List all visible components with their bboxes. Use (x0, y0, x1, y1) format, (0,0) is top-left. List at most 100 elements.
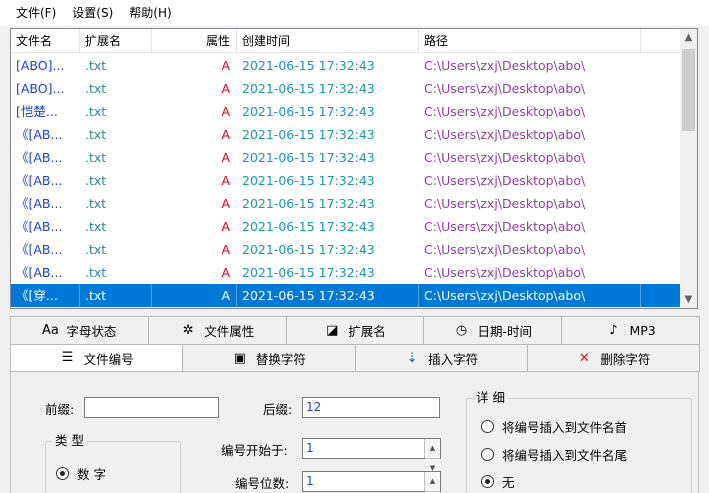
cell-path: C:\Users\zxj\Desktop\abo\ (424, 150, 586, 165)
cell-name: 《[AB... (16, 196, 63, 211)
cell-attr: A (221, 242, 230, 257)
mp3-icon: ♪ (609, 322, 618, 338)
table-row[interactable]: 《[AB... .txt A 2021-06-15 17:32:43 C:\Users\… (11, 215, 681, 238)
header-name[interactable]: 文件名 (11, 29, 80, 53)
type-group-title: 类 型 (52, 433, 87, 449)
stepper-up-icon[interactable]: ▲ (425, 472, 440, 491)
tab-tabs_row1-2[interactable]: ◪ 扩展名 (285, 316, 425, 344)
cell-name: 《[AB... (16, 242, 63, 257)
list-header: 文件名 扩展名 属性 创建时间 路径 (11, 29, 681, 53)
cell-created: 2021-06-15 17:32:43 (242, 58, 375, 73)
cell-created: 2021-06-15 17:32:43 (242, 173, 375, 188)
type-numeric-label: 数 字 (77, 467, 106, 482)
cell-attr: A (221, 173, 230, 188)
cell-name: 《[AB... (16, 127, 63, 142)
table-row[interactable]: [恺楚... .txt A 2021-06-15 17:32:43 C:\Users\z… (11, 100, 681, 123)
cell-attr: A (221, 150, 230, 165)
cell-attr: A (221, 219, 230, 234)
cell-created: 2021-06-15 17:32:43 (242, 150, 375, 165)
cell-path: C:\Users\zxj\Desktop\abo\ (424, 127, 586, 142)
table-row[interactable]: 《[AB... .txt A 2021-06-15 17:32:43 C:\Users\… (11, 192, 681, 215)
tab-tabs_row1-4[interactable]: ♪ MP3 (561, 316, 700, 344)
cell-path: C:\Users\zxj\Desktop\abo\ (424, 196, 586, 211)
cell-created: 2021-06-15 17:32:43 (242, 219, 375, 234)
cell-attr: A (221, 196, 230, 211)
scroll-thumb[interactable] (682, 49, 695, 131)
tab-label: 文件编号 (83, 351, 134, 367)
insert-at-tail-radio[interactable]: 将编号插入到文件名尾 (481, 445, 627, 464)
tab-tabs_row2-2[interactable]: ⇣ 插入字符 (354, 344, 528, 372)
header-created[interactable]: 创建时间 (237, 29, 419, 53)
cell-ext: .txt (85, 196, 107, 211)
table-row[interactable]: 《[AB... .txt A 2021-06-15 17:32:43 C:\Users\… (11, 123, 681, 146)
tab-tabs_row1-0[interactable]: Aa 字母状态 (10, 316, 149, 344)
detail-group-title: 详 细 (473, 390, 508, 406)
prefix-input[interactable] (84, 397, 219, 418)
tab-tabs_row2-3[interactable]: ✕ 删除字符 (526, 344, 700, 372)
digits-stepper-buttons[interactable]: ▲ ▼ (424, 472, 440, 493)
menu-help[interactable]: 帮助(H) (121, 2, 179, 24)
radio-icon (481, 475, 494, 488)
cell-path: C:\Users\zxj\Desktop\abo\ (424, 265, 586, 280)
menu-settings[interactable]: 设置(S) (64, 2, 121, 24)
cell-ext: .txt (80, 284, 152, 307)
menu-bar: 文件(F) 设置(S) 帮助(H) (0, 0, 709, 26)
cell-created: 2021-06-15 17:32:43 (237, 284, 419, 307)
cell-ext: .txt (85, 219, 107, 234)
cell-ext: .txt (85, 242, 107, 257)
delete-x-icon: ✕ (578, 350, 590, 366)
list-number-icon: ☰ (61, 350, 74, 365)
digits-value[interactable]: 1 (306, 474, 314, 488)
start-stepper-buttons[interactable]: ▲ ▼ (424, 439, 440, 478)
table-row[interactable]: 《[AB... .txt A 2021-06-15 17:32:43 C:\Users\… (11, 238, 681, 261)
prefix-label: 前缀: (45, 402, 75, 417)
cell-attr: A (221, 58, 230, 73)
suffix-label: 后缀: (263, 402, 293, 417)
tab-tabs_row2-1[interactable]: ▣ 替换字符 (182, 344, 356, 372)
table-row[interactable]: [ABO]... .txt A 2021-06-15 17:32:43 C:\Users… (11, 54, 681, 77)
no-insert-radio[interactable]: 无 (481, 472, 515, 491)
radio-icon (481, 420, 494, 433)
gear-icon: ✲ (182, 322, 194, 338)
tab-label: 字母状态 (66, 324, 117, 339)
numbering-panel: 前缀: 后缀: 12 类 型 数 字 编号开始于: 1 ▲ ▼ 编号位数: 1 … (10, 371, 699, 493)
table-row[interactable]: 《[AB... .txt A 2021-06-15 17:32:43 C:\Users\… (11, 146, 681, 169)
table-row[interactable]: 《[AB... .txt A 2021-06-15 17:32:43 C:\Users\… (11, 261, 681, 284)
radio-icon (56, 467, 69, 480)
cell-created: 2021-06-15 17:32:43 (242, 265, 375, 280)
scroll-up-icon[interactable]: ▲ (680, 29, 697, 46)
menu-file[interactable]: 文件(F) (8, 2, 64, 24)
table-row[interactable]: [ABO]... .txt A 2021-06-15 17:32:43 C:\Users… (11, 77, 681, 100)
insert-at-head-label: 将编号插入到文件名首 (502, 420, 628, 435)
table-row[interactable]: 《[AB... .txt A 2021-06-15 17:32:43 C:\Users\… (11, 169, 681, 192)
header-ext[interactable]: 扩展名 (80, 29, 152, 53)
cell-path: C:\Users\zxj\Desktop\abo\ (424, 219, 586, 234)
tab-tabs_row1-3[interactable]: ◷ 日期-时间 (423, 316, 563, 344)
table-row[interactable]: 《[穿... .txt A 2021-06-15 17:32:43 C:\Users\z… (11, 284, 681, 307)
tab-tabs_row2-0[interactable]: ☰ 文件编号 (10, 344, 184, 372)
scroll-down-icon[interactable]: ▼ (680, 291, 697, 308)
start-number-value[interactable]: 1 (306, 441, 314, 455)
cell-name: [恺楚... (16, 104, 58, 119)
type-groupbox: 类 型 数 字 (45, 433, 181, 493)
cell-ext: .txt (85, 173, 107, 188)
cell-ext: .txt (85, 81, 107, 96)
cell-attr: A (221, 127, 230, 142)
suffix-input[interactable]: 12 (302, 397, 440, 418)
insert-at-head-radio[interactable]: 将编号插入到文件名首 (481, 417, 627, 436)
type-numeric-radio[interactable]: 数 字 (56, 464, 106, 483)
no-insert-label: 无 (502, 475, 515, 490)
header-attr[interactable]: 属性 (152, 29, 237, 53)
tab-tabs_row1-1[interactable]: ✲ 文件属性 (147, 316, 287, 344)
tab-label: 插入字符 (428, 352, 479, 367)
stepper-up-icon[interactable]: ▲ (425, 439, 440, 458)
digits-label: 编号位数: (235, 476, 290, 491)
digits-stepper[interactable]: 1 ▲ ▼ (302, 471, 441, 493)
start-number-stepper[interactable]: 1 ▲ ▼ (302, 438, 441, 478)
cell-path: C:\Users\zxj\Desktop\abo\ (419, 284, 641, 307)
tab-label: 替换字符 (255, 352, 306, 367)
vertical-scrollbar[interactable]: ▲ ▼ (680, 29, 697, 308)
cell-name: 《[AB... (16, 219, 63, 234)
file-list[interactable]: 文件名 扩展名 属性 创建时间 路径 [ABO]... .txt A 2021-06-… (10, 28, 698, 309)
header-path[interactable]: 路径 (419, 29, 641, 53)
